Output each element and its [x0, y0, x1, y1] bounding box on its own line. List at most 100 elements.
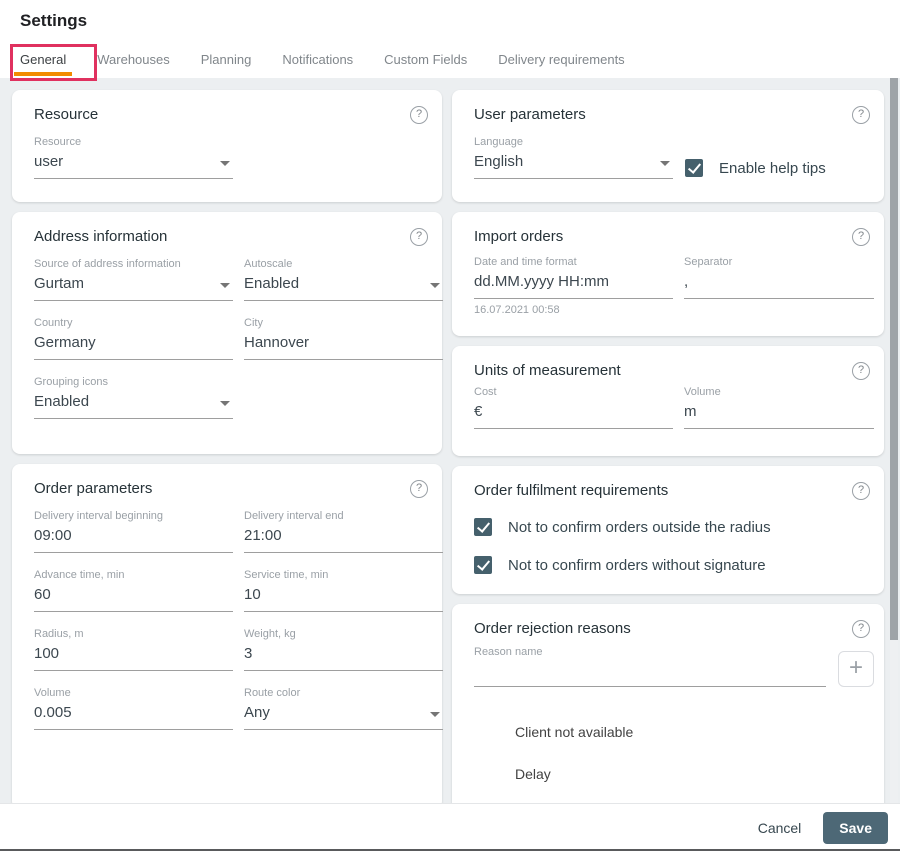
resource-select[interactable]: Resource user: [34, 136, 233, 179]
field-label: Reason name: [474, 646, 543, 658]
address-source-value[interactable]: Gurtam: [34, 275, 233, 301]
cancel-button[interactable]: Cancel: [758, 820, 802, 836]
separator-input[interactable]: ,: [684, 273, 874, 299]
service-time-input[interactable]: 10: [244, 586, 443, 612]
left-column: Resource ? Resource user Address informa…: [12, 90, 443, 803]
tab-planning[interactable]: Planning: [195, 45, 258, 77]
advance-time-field[interactable]: Advance time, min 60: [34, 569, 233, 612]
user-params-card-title: User parameters: [474, 106, 586, 123]
delivery-interval-beginning-field[interactable]: Delivery interval beginning 09:00: [34, 510, 233, 553]
confirm-without-signature-option[interactable]: Not to confirm orders without signature: [462, 556, 874, 574]
confirm-outside-radius-option[interactable]: Not to confirm orders outside the radius: [462, 518, 874, 536]
volume-unit-field[interactable]: Volume m: [684, 386, 874, 429]
reason-name-field[interactable]: Reason name: [474, 646, 826, 687]
field-label: Language: [474, 136, 523, 148]
route-color-select[interactable]: Route color Any: [244, 687, 443, 730]
language-value[interactable]: English: [474, 153, 673, 179]
field-label: Weight, kg: [244, 628, 296, 640]
grouping-icons-value[interactable]: Enabled: [34, 393, 233, 419]
order-params-card-title: Order parameters: [34, 480, 153, 497]
user-parameters-card: User parameters ? Language English Enabl…: [452, 90, 884, 202]
help-icon[interactable]: ?: [410, 480, 428, 498]
help-icon[interactable]: ?: [852, 228, 870, 246]
enable-help-tips-label: Enable help tips: [719, 159, 826, 177]
city-input[interactable]: Hannover: [244, 334, 443, 360]
volume-field[interactable]: Volume 0.005: [34, 687, 233, 730]
checkbox-checked-icon[interactable]: [474, 556, 492, 574]
settings-header: Settings General Warehouses Planning Not…: [0, 0, 900, 81]
chevron-down-icon[interactable]: [220, 283, 230, 288]
field-label: Advance time, min: [34, 569, 125, 581]
help-icon[interactable]: ?: [410, 106, 428, 124]
datetime-format-field[interactable]: Date and time format dd.MM.yyyy HH:mm 16…: [474, 256, 673, 316]
address-source-select[interactable]: Source of address information Gurtam: [34, 258, 233, 301]
field-label: Resource: [34, 136, 82, 148]
confirm-without-signature-label: Not to confirm orders without signature: [508, 556, 766, 574]
checkbox-checked-icon[interactable]: [685, 159, 703, 177]
vertical-scrollbar[interactable]: [890, 78, 898, 803]
field-label: City: [244, 317, 263, 329]
chevron-down-icon[interactable]: [660, 161, 670, 166]
scrollbar-thumb[interactable]: [890, 78, 898, 640]
resource-select-value[interactable]: user: [34, 153, 233, 179]
grouping-icons-select[interactable]: Grouping icons Enabled: [34, 376, 233, 419]
chevron-down-icon[interactable]: [430, 712, 440, 717]
tab-custom-fields[interactable]: Custom Fields: [378, 45, 473, 77]
settings-tabbar: General Warehouses Planning Notification…: [14, 45, 650, 77]
field-label: Separator: [684, 256, 733, 268]
delivery-interval-end-input[interactable]: 21:00: [244, 527, 443, 553]
resource-card-title: Resource: [34, 106, 99, 123]
field-label: Delivery interval beginning: [34, 510, 164, 522]
units-of-measurement-card: Units of measurement ? Cost € Volume m: [452, 346, 884, 456]
help-icon[interactable]: ?: [852, 482, 870, 500]
language-select[interactable]: Language English: [474, 136, 673, 179]
field-label: Cost: [474, 386, 497, 398]
enable-help-tips-option[interactable]: Enable help tips: [685, 159, 826, 177]
help-icon[interactable]: ?: [852, 106, 870, 124]
autoscale-select[interactable]: Autoscale Enabled: [244, 258, 443, 301]
tab-general[interactable]: General: [14, 45, 73, 77]
chevron-down-icon[interactable]: [220, 401, 230, 406]
save-button[interactable]: Save: [823, 811, 888, 844]
help-icon[interactable]: ?: [852, 620, 870, 638]
volume-input[interactable]: 0.005: [34, 704, 233, 730]
country-input[interactable]: Germany: [34, 334, 233, 360]
field-label: Volume: [684, 386, 721, 398]
help-icon[interactable]: ?: [410, 228, 428, 246]
weight-field[interactable]: Weight, kg 3: [244, 628, 443, 671]
city-field[interactable]: City Hannover: [244, 317, 443, 360]
page-title: Settings: [20, 11, 88, 30]
delivery-interval-end-field[interactable]: Delivery interval end 21:00: [244, 510, 443, 553]
cost-unit-field[interactable]: Cost €: [474, 386, 673, 429]
datetime-format-input[interactable]: dd.MM.yyyy HH:mm: [474, 273, 673, 299]
route-color-value[interactable]: Any: [244, 704, 443, 730]
help-icon[interactable]: ?: [852, 362, 870, 380]
tab-notifications[interactable]: Notifications: [276, 45, 359, 77]
chevron-down-icon[interactable]: [430, 283, 440, 288]
volume-unit-input[interactable]: m: [684, 403, 874, 429]
advance-time-input[interactable]: 60: [34, 586, 233, 612]
tab-warehouses[interactable]: Warehouses: [91, 45, 176, 77]
dialog-footer: Cancel Save: [0, 803, 900, 851]
checkbox-checked-icon[interactable]: [474, 518, 492, 536]
reason-name-input[interactable]: [474, 663, 826, 687]
radius-input[interactable]: 100: [34, 645, 233, 671]
autoscale-value[interactable]: Enabled: [244, 275, 443, 301]
tab-delivery-requirements[interactable]: Delivery requirements: [492, 45, 630, 77]
cost-unit-input[interactable]: €: [474, 403, 673, 429]
service-time-field[interactable]: Service time, min 10: [244, 569, 443, 612]
radius-field[interactable]: Radius, m 100: [34, 628, 233, 671]
import-orders-card-title: Import orders: [474, 228, 564, 245]
field-label: Grouping icons: [34, 376, 108, 388]
separator-field[interactable]: Separator ,: [684, 256, 874, 316]
add-reason-button[interactable]: +: [838, 651, 874, 687]
field-label: Volume: [34, 687, 71, 699]
delivery-interval-beginning-input[interactable]: 09:00: [34, 527, 233, 553]
chevron-down-icon[interactable]: [220, 161, 230, 166]
country-field[interactable]: Country Germany: [34, 317, 233, 360]
field-label: Service time, min: [244, 569, 329, 581]
reason-list-item[interactable]: Client not available: [515, 711, 874, 753]
datetime-format-hint: 16.07.2021 00:58: [474, 304, 560, 316]
reason-list-item[interactable]: Delay: [515, 753, 874, 795]
weight-input[interactable]: 3: [244, 645, 443, 671]
